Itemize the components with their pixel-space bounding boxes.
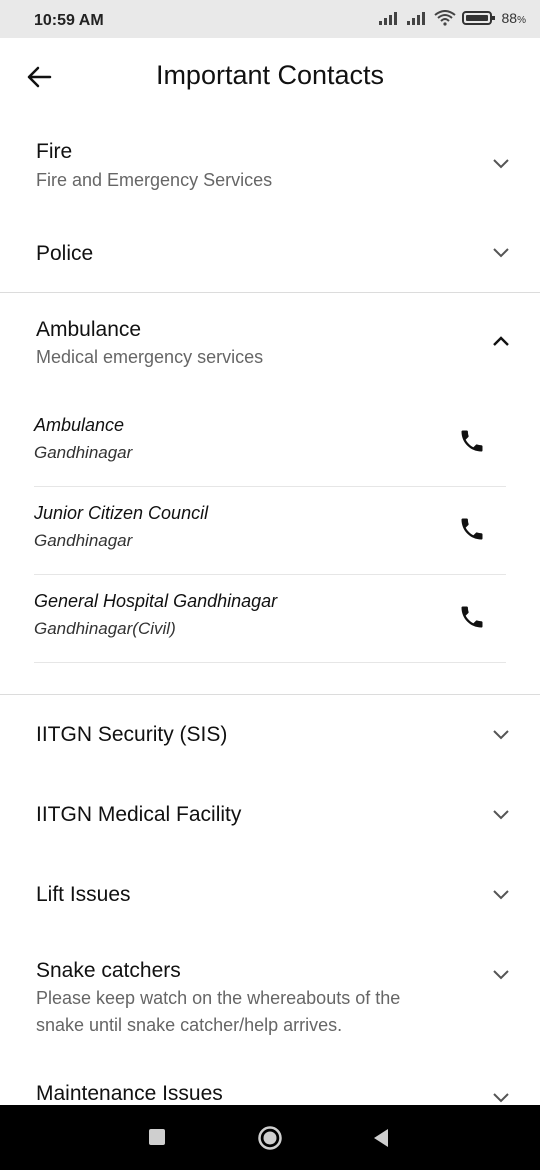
section-fire[interactable]: Fire Fire and Emergency Services [0,116,540,216]
recents-icon[interactable] [148,1128,166,1146]
section-subtitle: Medical emergency services [36,347,264,367]
section-title: Police [36,242,94,265]
contact-name: Ambulance [34,415,125,435]
contact-location: Gandhinagar [34,531,133,550]
back-nav-icon[interactable] [372,1128,390,1148]
chevron-up-icon[interactable] [492,335,510,347]
chevron-down-icon[interactable] [492,809,510,821]
section-title: Lift Issues [36,883,131,906]
section-subtitle: Please keep watch on the whereabouts of … [36,988,401,1008]
page-title: Important Contacts [155,60,385,90]
contact-item[interactable]: Ambulance Gandhinagar [34,399,506,487]
chevron-down-icon[interactable] [492,889,510,901]
contact-item[interactable]: General Hospital Gandhinagar Gandhinagar… [34,575,506,663]
app-bar: Important Contacts [0,38,540,116]
chevron-down-icon[interactable] [492,729,510,741]
phone-icon[interactable] [458,603,486,631]
signal-icon [378,12,397,25]
section-maintenance-issues[interactable]: Maintenance Issues [0,1055,540,1105]
phone-icon[interactable] [458,427,486,455]
section-title: IITGN Medical Facility [36,803,242,826]
chevron-down-icon[interactable] [492,247,510,259]
divider [34,662,506,663]
battery-level: 88 [501,10,518,26]
wifi-icon [433,10,456,26]
section-iitgn-security[interactable]: IITGN Security (SIS) [0,695,540,775]
chevron-down-icon[interactable] [492,158,510,170]
battery-icon [461,11,495,25]
section-lift-issues[interactable]: Lift Issues [0,855,540,935]
section-ambulance[interactable]: Ambulance Medical emergency services [0,293,540,393]
section-title: Fire [36,140,73,163]
contact-location: Gandhinagar(Civil) [34,619,176,638]
section-police[interactable]: Police [0,216,540,292]
section-iitgn-medical[interactable]: IITGN Medical Facility [0,775,540,855]
section-title: Maintenance Issues [36,1082,223,1105]
phone-icon[interactable] [458,515,486,543]
status-icons: 88% [378,10,526,26]
chevron-down-icon[interactable] [492,969,510,981]
signal-icon [406,12,425,25]
chevron-down-icon[interactable] [492,1092,510,1104]
section-title: Snake catchers [36,959,181,982]
section-subtitle: snake until snake catcher/help arrives. [36,1015,343,1035]
status-time: 10:59 AM [34,12,104,29]
contact-item[interactable]: Junior Citizen Council Gandhinagar [34,487,506,575]
battery-unit: % [517,15,526,26]
contact-name: General Hospital Gandhinagar [34,591,278,611]
status-bar: 10:59 AM 88% [0,0,540,38]
contact-name: Junior Citizen Council [34,503,209,523]
section-title: IITGN Security (SIS) [36,723,228,746]
section-snake-catchers[interactable]: Snake catchers Please keep watch on the … [0,935,540,1055]
contact-location: Gandhinagar [34,443,133,462]
section-subtitle: Fire and Emergency Services [36,170,273,190]
navigation-bar [0,1105,540,1170]
section-title: Ambulance [36,318,142,341]
home-icon[interactable] [257,1125,283,1151]
